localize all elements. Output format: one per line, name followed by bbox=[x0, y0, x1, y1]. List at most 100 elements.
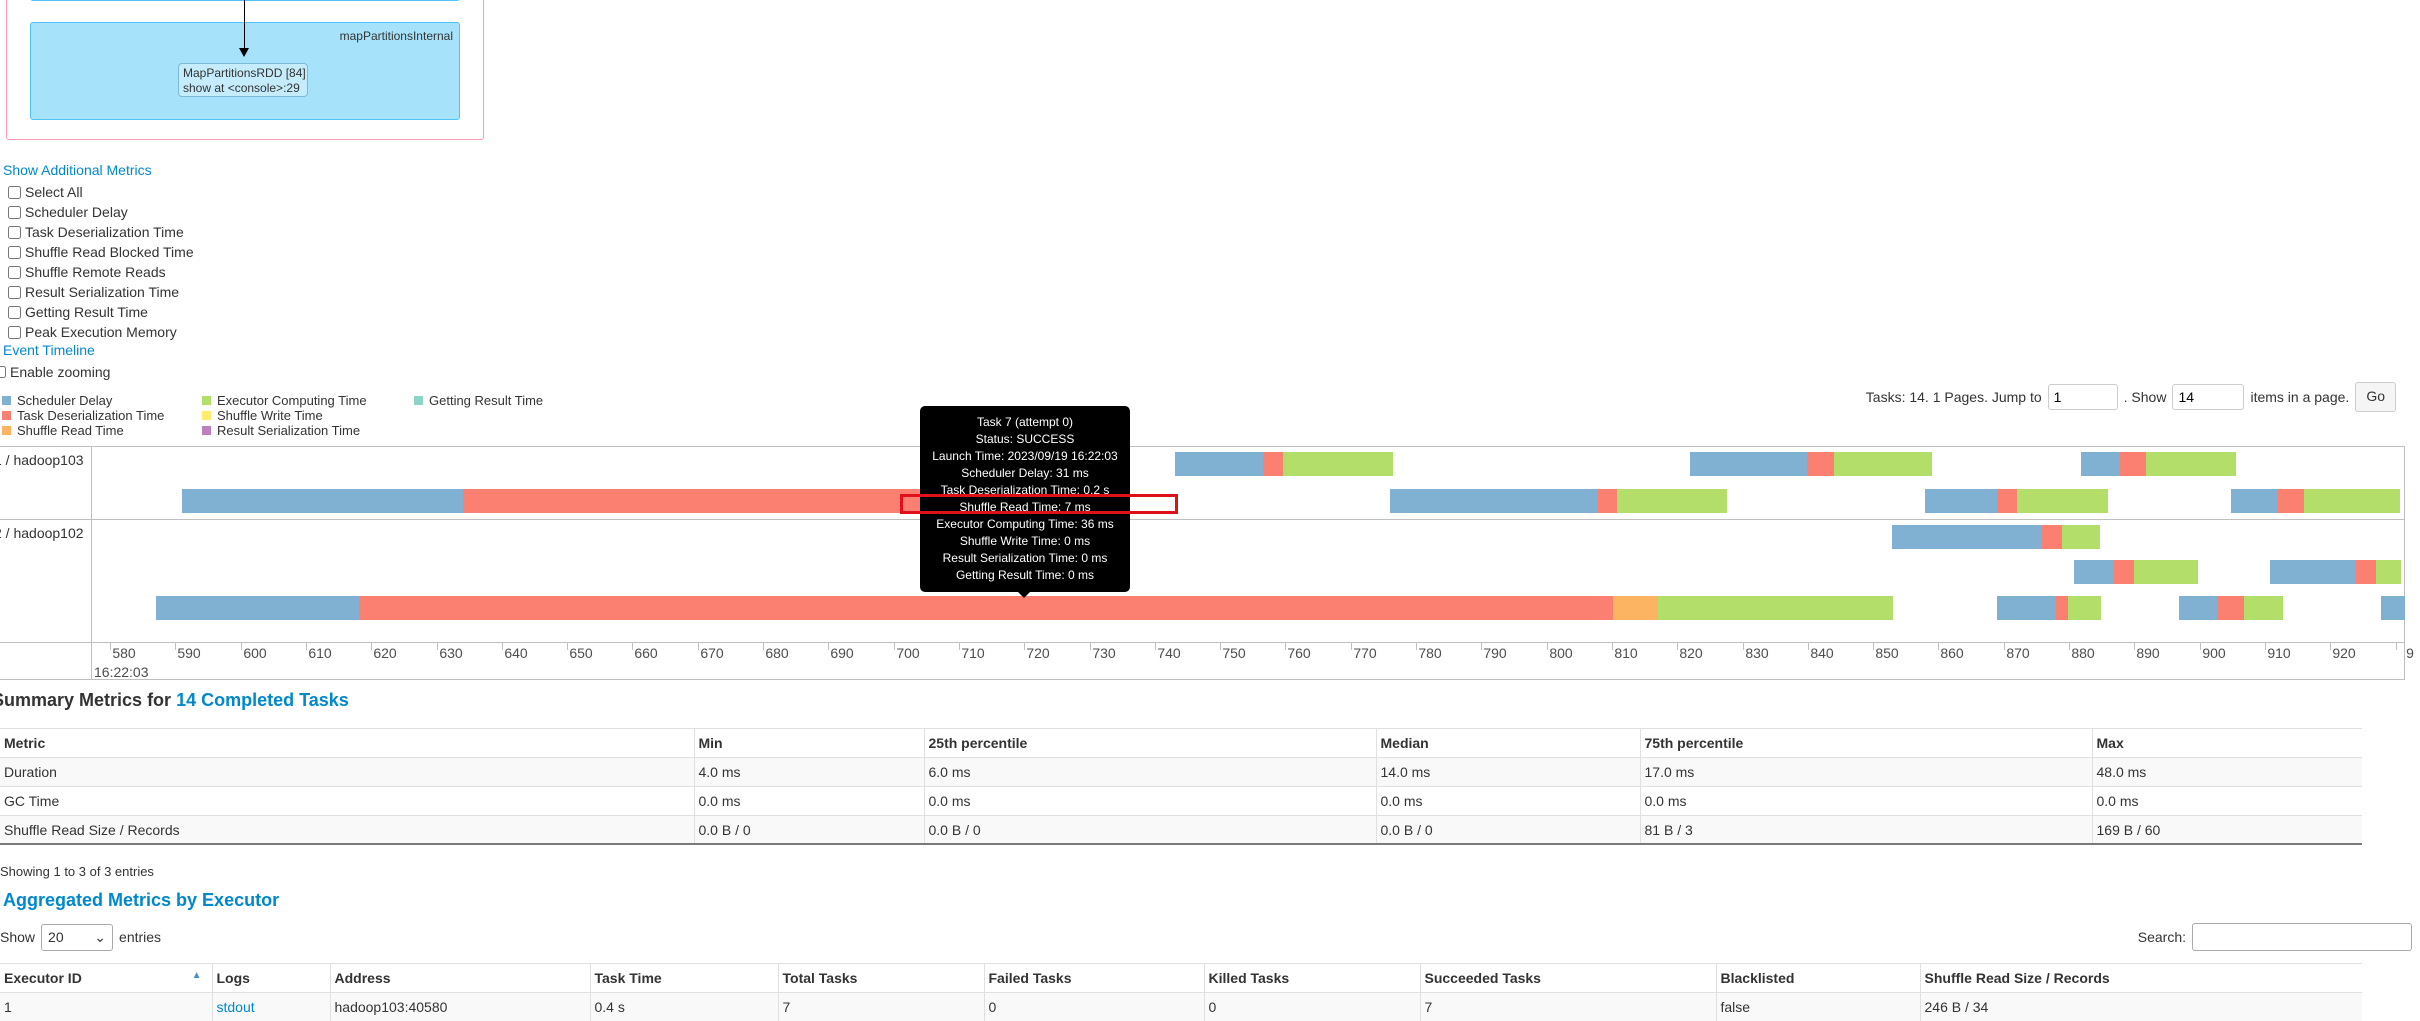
task-bar[interactable] bbox=[2179, 596, 2283, 620]
metric-option: Result Serialization Time bbox=[8, 282, 179, 302]
summary-metrics-table: Metric Min 25th percentile Median 75th p… bbox=[0, 728, 2362, 844]
event-timeline-panel[interactable] bbox=[0, 446, 2405, 680]
highlight-annotation bbox=[900, 494, 1178, 514]
metric-checkbox[interactable] bbox=[8, 246, 21, 259]
column-header[interactable]: Logs bbox=[212, 964, 330, 993]
axis-tick-label: 740 bbox=[1157, 645, 1180, 661]
task-bar[interactable] bbox=[1892, 525, 2100, 549]
table-header-row: Executor ID▲ Logs Address Task Time Tota… bbox=[0, 964, 2362, 993]
metric-checkbox[interactable] bbox=[8, 226, 21, 239]
task-bar[interactable] bbox=[156, 596, 1893, 620]
task-bar[interactable] bbox=[2081, 452, 2236, 476]
legend-swatch-icon bbox=[202, 426, 211, 435]
column-header[interactable]: Total Tasks bbox=[778, 964, 984, 993]
task-bar-segment bbox=[2081, 452, 2120, 476]
task-bar[interactable] bbox=[2270, 560, 2401, 584]
pagination-show-label: . Show bbox=[2124, 389, 2167, 405]
task-bar[interactable] bbox=[182, 489, 1005, 513]
task-bar[interactable] bbox=[2381, 596, 2405, 620]
column-header[interactable]: Max bbox=[2092, 729, 2362, 758]
axis-tick-mark bbox=[1547, 642, 1548, 650]
task-bar[interactable] bbox=[1925, 489, 2108, 513]
axis-tick-label: 890 bbox=[2136, 645, 2159, 661]
axis-tick-label: 800 bbox=[1549, 645, 1572, 661]
enable-zooming-checkbox[interactable] bbox=[0, 366, 6, 378]
show-additional-metrics-link[interactable]: Show Additional Metrics bbox=[3, 162, 152, 178]
legend-item: Shuffle Write Time bbox=[202, 408, 323, 423]
search-control: Search: bbox=[2138, 923, 2412, 951]
go-button[interactable]: Go bbox=[2355, 382, 2396, 412]
task-bar[interactable] bbox=[1175, 452, 1393, 476]
axis-tick-mark bbox=[110, 642, 111, 650]
dag-node[interactable]: MapPartitionsRDD [84] show at <console>:… bbox=[178, 63, 308, 97]
metric-checkbox[interactable] bbox=[8, 306, 21, 319]
task-bar[interactable] bbox=[2231, 489, 2400, 513]
dag-edge bbox=[244, 0, 245, 50]
aggregated-metrics-title[interactable]: Aggregated Metrics by Executor bbox=[3, 890, 279, 911]
table-cell: 0.0 B / 0 bbox=[924, 816, 1376, 845]
legend-item: Scheduler Delay bbox=[2, 393, 112, 408]
event-timeline-toggle[interactable]: Event Timeline bbox=[3, 342, 95, 358]
table-cell: 0.0 ms bbox=[2092, 787, 2362, 816]
column-header[interactable]: Min bbox=[694, 729, 924, 758]
axis-tick-mark bbox=[1351, 642, 1352, 650]
axis-tick-mark bbox=[175, 642, 176, 650]
task-bar-segment bbox=[1658, 596, 1893, 620]
legend-swatch-icon bbox=[2, 426, 11, 435]
column-header[interactable]: Metric bbox=[0, 729, 694, 758]
column-header[interactable]: Blacklisted bbox=[1716, 964, 1920, 993]
entries-select-value: 20 bbox=[48, 929, 64, 945]
column-header[interactable]: Executor ID▲ bbox=[0, 964, 212, 993]
metric-checkbox[interactable] bbox=[8, 326, 21, 339]
column-header[interactable]: Shuffle Read Size / Records bbox=[1920, 964, 2362, 993]
completed-tasks-link[interactable]: 14 Completed Tasks bbox=[176, 690, 349, 710]
items-per-page-input[interactable] bbox=[2172, 384, 2244, 410]
axis-tick-label: 650 bbox=[569, 645, 592, 661]
legend-label: Result Serialization Time bbox=[217, 423, 360, 438]
metric-checkbox[interactable] bbox=[8, 186, 21, 199]
column-header[interactable]: Killed Tasks bbox=[1204, 964, 1420, 993]
task-bar-segment bbox=[2114, 560, 2134, 584]
tooltip-line: Shuffle Write Time: 0 ms bbox=[920, 533, 1130, 550]
jump-to-page-input[interactable] bbox=[2048, 384, 2118, 410]
search-input[interactable] bbox=[2192, 923, 2412, 951]
showing-entries-text: Showing 1 to 3 of 3 entries bbox=[0, 864, 154, 879]
task-bar[interactable] bbox=[1690, 452, 1932, 476]
task-bar[interactable] bbox=[1997, 596, 2101, 620]
stdout-log-link[interactable]: stdout bbox=[217, 999, 255, 1015]
table-cell: hadoop103:40580 bbox=[330, 993, 590, 1021]
task-bar[interactable] bbox=[1390, 489, 1727, 513]
axis-tick-mark bbox=[1024, 642, 1025, 650]
column-header[interactable]: Address bbox=[330, 964, 590, 993]
metric-checkbox[interactable] bbox=[8, 206, 21, 219]
axis-tick-mark bbox=[241, 642, 242, 650]
column-header[interactable]: Failed Tasks bbox=[984, 964, 1204, 993]
axis-tick-label: 900 bbox=[2202, 645, 2225, 661]
task-bar[interactable] bbox=[2074, 560, 2198, 584]
table-cell: 7 bbox=[1420, 993, 1716, 1021]
tooltip-line: Getting Result Time: 0 ms bbox=[920, 567, 1130, 584]
column-header[interactable]: 75th percentile bbox=[1640, 729, 2092, 758]
axis-tick-label: 720 bbox=[1026, 645, 1049, 661]
entries-select[interactable]: 20 ⌄ bbox=[41, 924, 113, 951]
metric-checkbox[interactable] bbox=[8, 266, 21, 279]
task-bar-segment bbox=[1690, 452, 1807, 476]
legend-swatch-icon bbox=[2, 396, 11, 405]
column-header[interactable]: Median bbox=[1376, 729, 1640, 758]
task-bar-segment bbox=[2376, 560, 2401, 584]
axis-tick-mark bbox=[2330, 642, 2331, 650]
entries-label: entries bbox=[119, 929, 161, 945]
column-header[interactable]: Task Time bbox=[590, 964, 778, 993]
task-bar-segment bbox=[1283, 452, 1393, 476]
legend-item: Getting Result Time bbox=[414, 393, 543, 408]
axis-tick-mark bbox=[1677, 642, 1678, 650]
metric-option: Task Deserialization Time bbox=[8, 222, 184, 242]
task-bar-segment bbox=[463, 489, 921, 513]
column-header[interactable]: 25th percentile bbox=[924, 729, 1376, 758]
metric-checkbox[interactable] bbox=[8, 286, 21, 299]
column-header[interactable]: Succeeded Tasks bbox=[1420, 964, 1716, 993]
axis-tick-mark bbox=[763, 642, 764, 650]
axis-tick-mark bbox=[1220, 642, 1221, 650]
legend-item: Task Deserialization Time bbox=[2, 408, 164, 423]
pagination-suffix: items in a page. bbox=[2250, 389, 2349, 405]
